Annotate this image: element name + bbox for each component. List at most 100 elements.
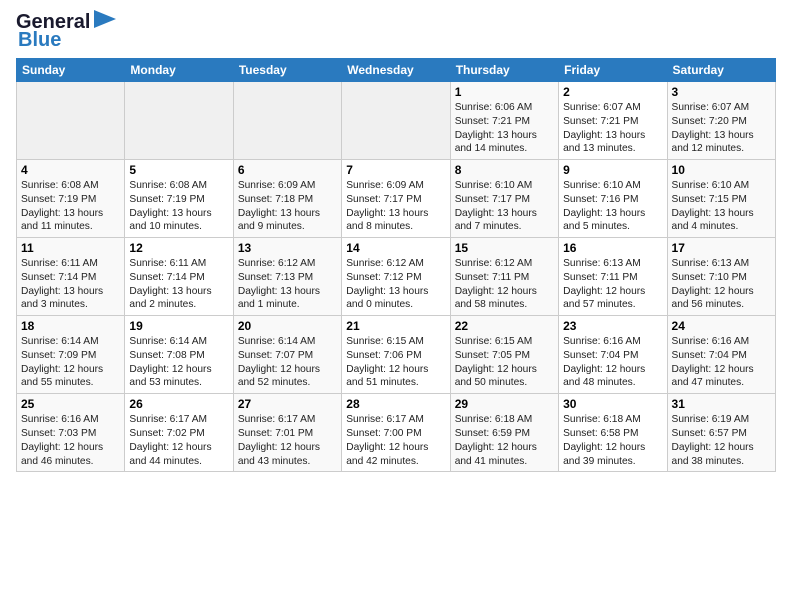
calendar-cell: 23Sunrise: 6:16 AM Sunset: 7:04 PM Dayli… <box>559 316 667 394</box>
day-number: 30 <box>563 397 662 411</box>
day-info: Sunrise: 6:09 AM Sunset: 7:17 PM Dayligh… <box>346 179 445 234</box>
day-info: Sunrise: 6:18 AM Sunset: 6:59 PM Dayligh… <box>455 413 554 468</box>
calendar-cell: 16 Sunrise: 6:13 AM Sunset: 7:11 PM Dayli… <box>559 238 667 316</box>
header: General Blue <box>16 10 776 52</box>
day-number: 18 <box>21 319 120 333</box>
day-info: Sunrise: 6:11 AM Sunset: 7:14 PM Dayligh… <box>21 257 120 312</box>
day-number: 13 <box>238 241 337 255</box>
calendar-cell: 28Sunrise: 6:17 AM Sunset: 7:00 PM Dayli… <box>342 394 450 472</box>
week-row-3: 11 Sunrise: 6:11 AM Sunset: 7:14 PM Dayli… <box>17 238 776 316</box>
day-info: Sunrise: 6:17 AM Sunset: 7:02 PM Dayligh… <box>129 413 228 468</box>
page: General Blue SundayMondayTuesdayWednesda… <box>0 0 792 482</box>
day-number: 12 <box>129 241 228 255</box>
day-number: 31 <box>672 397 771 411</box>
day-number: 1 <box>455 85 554 99</box>
calendar-cell: 7 Sunrise: 6:09 AM Sunset: 7:17 PM Daylig… <box>342 160 450 238</box>
day-number: 26 <box>129 397 228 411</box>
calendar-cell: 26 Sunrise: 6:17 AM Sunset: 7:02 PM Dayli… <box>125 394 233 472</box>
calendar-cell <box>342 82 450 160</box>
day-number: 29 <box>455 397 554 411</box>
calendar-cell <box>125 82 233 160</box>
day-info: Sunrise: 6:06 AM Sunset: 7:21 PM Dayligh… <box>455 101 554 156</box>
day-info: Sunrise: 6:12 AM Sunset: 7:11 PM Dayligh… <box>455 257 554 312</box>
day-info: Sunrise: 6:14 AM Sunset: 7:07 PM Dayligh… <box>238 335 337 390</box>
day-number: 10 <box>672 163 771 177</box>
calendar-cell: 27Sunrise: 6:17 AM Sunset: 7:01 PM Dayli… <box>233 394 341 472</box>
logo-arrow-icon <box>94 10 116 28</box>
day-number: 9 <box>563 163 662 177</box>
calendar-cell: 10 Sunrise: 6:10 AM Sunset: 7:15 PM Dayli… <box>667 160 775 238</box>
calendar-cell: 22 Sunrise: 6:15 AM Sunset: 7:05 PM Dayli… <box>450 316 558 394</box>
day-number: 7 <box>346 163 445 177</box>
day-info: Sunrise: 6:16 AM Sunset: 7:04 PM Dayligh… <box>563 335 662 390</box>
day-info: Sunrise: 6:19 AM Sunset: 6:57 PM Dayligh… <box>672 413 771 468</box>
calendar-cell: 12 Sunrise: 6:11 AM Sunset: 7:14 PM Dayli… <box>125 238 233 316</box>
calendar-cell: 20 Sunrise: 6:14 AM Sunset: 7:07 PM Dayli… <box>233 316 341 394</box>
day-number: 14 <box>346 241 445 255</box>
calendar-body: 1 Sunrise: 6:06 AM Sunset: 7:21 PM Daylig… <box>17 82 776 472</box>
dow-header-saturday: Saturday <box>667 59 775 82</box>
week-row-2: 4 Sunrise: 6:08 AM Sunset: 7:19 PM Daylig… <box>17 160 776 238</box>
day-number: 6 <box>238 163 337 177</box>
calendar-cell: 9 Sunrise: 6:10 AM Sunset: 7:16 PM Daylig… <box>559 160 667 238</box>
day-info: Sunrise: 6:11 AM Sunset: 7:14 PM Dayligh… <box>129 257 228 312</box>
day-number: 28 <box>346 397 445 411</box>
day-info: Sunrise: 6:07 AM Sunset: 7:21 PM Dayligh… <box>563 101 662 156</box>
day-number: 8 <box>455 163 554 177</box>
day-number: 11 <box>21 241 120 255</box>
day-info: Sunrise: 6:15 AM Sunset: 7:06 PM Dayligh… <box>346 335 445 390</box>
day-number: 22 <box>455 319 554 333</box>
day-number: 15 <box>455 241 554 255</box>
calendar-cell: 31 Sunrise: 6:19 AM Sunset: 6:57 PM Dayli… <box>667 394 775 472</box>
calendar-cell: 11 Sunrise: 6:11 AM Sunset: 7:14 PM Dayli… <box>17 238 125 316</box>
dow-header-monday: Monday <box>125 59 233 82</box>
day-number: 17 <box>672 241 771 255</box>
dow-header-friday: Friday <box>559 59 667 82</box>
calendar-cell: 19 Sunrise: 6:14 AM Sunset: 7:08 PM Dayli… <box>125 316 233 394</box>
day-info: Sunrise: 6:16 AM Sunset: 7:04 PM Dayligh… <box>672 335 771 390</box>
day-number: 19 <box>129 319 228 333</box>
calendar-cell: 8Sunrise: 6:10 AM Sunset: 7:17 PM Daylig… <box>450 160 558 238</box>
dow-header-sunday: Sunday <box>17 59 125 82</box>
calendar-cell: 6 Sunrise: 6:09 AM Sunset: 7:18 PM Daylig… <box>233 160 341 238</box>
week-row-1: 1 Sunrise: 6:06 AM Sunset: 7:21 PM Daylig… <box>17 82 776 160</box>
calendar-cell: 15 Sunrise: 6:12 AM Sunset: 7:11 PM Dayli… <box>450 238 558 316</box>
day-info: Sunrise: 6:12 AM Sunset: 7:13 PM Dayligh… <box>238 257 337 312</box>
day-of-week-row: SundayMondayTuesdayWednesdayThursdayFrid… <box>17 59 776 82</box>
calendar-cell: 5 Sunrise: 6:08 AM Sunset: 7:19 PM Daylig… <box>125 160 233 238</box>
calendar-cell: 14 Sunrise: 6:12 AM Sunset: 7:12 PM Dayli… <box>342 238 450 316</box>
calendar-cell: 30 Sunrise: 6:18 AM Sunset: 6:58 PM Dayli… <box>559 394 667 472</box>
calendar-cell <box>17 82 125 160</box>
logo: General Blue <box>16 10 116 52</box>
calendar-cell: 17Sunrise: 6:13 AM Sunset: 7:10 PM Dayli… <box>667 238 775 316</box>
week-row-4: 18Sunrise: 6:14 AM Sunset: 7:09 PM Dayli… <box>17 316 776 394</box>
day-info: Sunrise: 6:12 AM Sunset: 7:12 PM Dayligh… <box>346 257 445 312</box>
day-number: 2 <box>563 85 662 99</box>
calendar-cell: 29 Sunrise: 6:18 AM Sunset: 6:59 PM Dayli… <box>450 394 558 472</box>
day-info: Sunrise: 6:08 AM Sunset: 7:19 PM Dayligh… <box>129 179 228 234</box>
day-info: Sunrise: 6:13 AM Sunset: 7:11 PM Dayligh… <box>563 257 662 312</box>
week-row-5: 25 Sunrise: 6:16 AM Sunset: 7:03 PM Dayli… <box>17 394 776 472</box>
day-info: Sunrise: 6:16 AM Sunset: 7:03 PM Dayligh… <box>21 413 120 468</box>
dow-header-tuesday: Tuesday <box>233 59 341 82</box>
day-info: Sunrise: 6:09 AM Sunset: 7:18 PM Dayligh… <box>238 179 337 234</box>
day-number: 4 <box>21 163 120 177</box>
calendar-cell: 25 Sunrise: 6:16 AM Sunset: 7:03 PM Dayli… <box>17 394 125 472</box>
calendar-cell: 24 Sunrise: 6:16 AM Sunset: 7:04 PM Dayli… <box>667 316 775 394</box>
day-info: Sunrise: 6:15 AM Sunset: 7:05 PM Dayligh… <box>455 335 554 390</box>
day-number: 16 <box>563 241 662 255</box>
day-info: Sunrise: 6:10 AM Sunset: 7:15 PM Dayligh… <box>672 179 771 234</box>
day-number: 25 <box>21 397 120 411</box>
day-info: Sunrise: 6:14 AM Sunset: 7:08 PM Dayligh… <box>129 335 228 390</box>
day-number: 27 <box>238 397 337 411</box>
calendar-cell: 18Sunrise: 6:14 AM Sunset: 7:09 PM Dayli… <box>17 316 125 394</box>
calendar-cell: 1 Sunrise: 6:06 AM Sunset: 7:21 PM Daylig… <box>450 82 558 160</box>
day-info: Sunrise: 6:10 AM Sunset: 7:16 PM Dayligh… <box>563 179 662 234</box>
day-number: 24 <box>672 319 771 333</box>
day-number: 5 <box>129 163 228 177</box>
calendar-cell <box>233 82 341 160</box>
day-number: 20 <box>238 319 337 333</box>
day-info: Sunrise: 6:18 AM Sunset: 6:58 PM Dayligh… <box>563 413 662 468</box>
calendar-cell: 3Sunrise: 6:07 AM Sunset: 7:20 PM Daylig… <box>667 82 775 160</box>
calendar-cell: 13 Sunrise: 6:12 AM Sunset: 7:13 PM Dayli… <box>233 238 341 316</box>
